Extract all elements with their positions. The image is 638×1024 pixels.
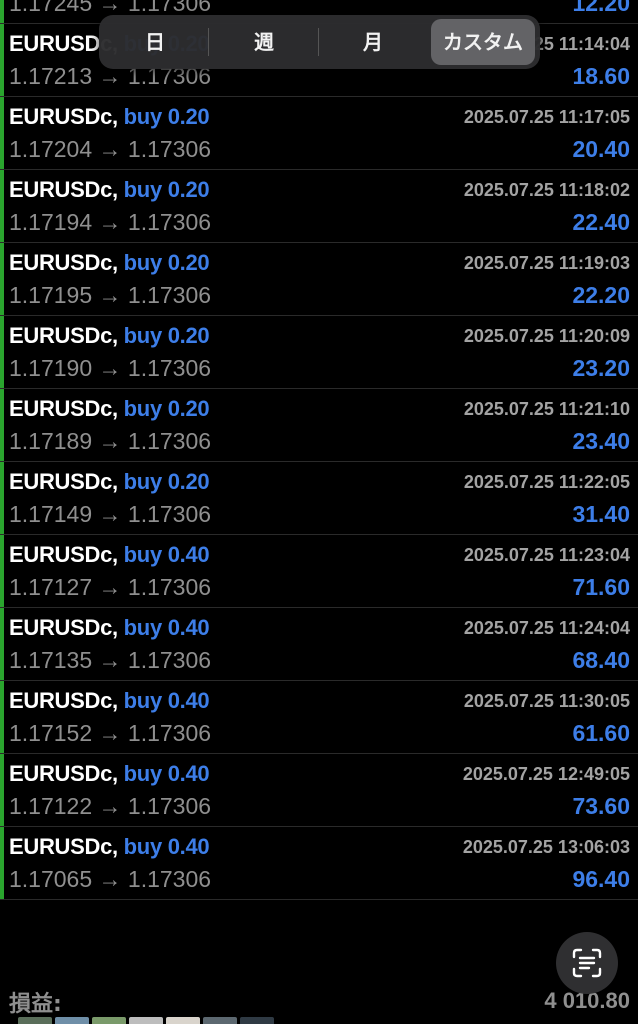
deal-profit: 23.20 <box>572 355 630 381</box>
deal-profit: 23.40 <box>572 428 630 454</box>
deal-type-volume: buy 0.20 <box>123 250 210 275</box>
deal-prices: 1.17152 → 1.17306 <box>9 720 212 746</box>
deal-symbol: EURUSDc, <box>9 542 118 567</box>
deal-symbol: EURUSDc, <box>9 761 118 786</box>
deal-type-volume: buy 0.20 <box>123 469 210 494</box>
deal-profit: 68.40 <box>572 647 630 673</box>
deal-symbol-line: EURUSDc, buy 0.20 <box>9 250 210 276</box>
deal-time: 2025.07.25 11:24:04 <box>463 618 630 638</box>
profit-label: 損益: <box>9 992 62 1017</box>
deal-profit: 73.60 <box>572 793 630 819</box>
deal-row[interactable]: EURUSDc, buy 0.20 1.17204 → 1.17306 2025.0… <box>0 97 638 170</box>
deal-type-volume: buy 0.40 <box>123 834 210 859</box>
deal-symbol-line: EURUSDc, buy 0.40 <box>9 688 210 714</box>
deal-row[interactable]: EURUSDc, buy 0.20 1.17189 → 1.17306 2025.0… <box>0 389 638 462</box>
thumbnail <box>166 1017 200 1024</box>
deal-time: 2025.07.25 12:49:05 <box>462 764 630 784</box>
thumbnail <box>18 1017 52 1024</box>
deal-symbol: EURUSDc, <box>9 323 118 348</box>
period-segmented-control: 日 週 月 カスタム <box>99 15 540 69</box>
deal-symbol-line: EURUSDc, buy 0.40 <box>9 542 210 568</box>
deal-type-volume: buy 0.40 <box>123 542 210 567</box>
text-scan-button[interactable] <box>556 932 618 994</box>
thumbnail <box>240 1017 274 1024</box>
deal-time: 2025.07.25 11:21:10 <box>463 399 630 419</box>
deal-prices: 1.17135 → 1.17306 <box>9 647 212 673</box>
deal-prices: 1.17194 → 1.17306 <box>9 209 212 235</box>
deal-symbol: EURUSDc, <box>9 396 118 421</box>
deal-time: 2025.07.25 11:18:02 <box>463 180 630 200</box>
deal-symbol: EURUSDc, <box>9 250 118 275</box>
deal-row[interactable]: EURUSDc, buy 0.40 1.17152 → 1.17306 2025.0… <box>0 681 638 754</box>
thumbnail <box>55 1017 89 1024</box>
deal-time: 2025.07.25 11:19:03 <box>463 253 630 273</box>
thumbnail <box>129 1017 163 1024</box>
deal-prices: 1.17065 → 1.17306 <box>9 866 212 892</box>
deal-symbol-line: EURUSDc, buy 0.20 <box>9 396 210 422</box>
deal-prices: 1.17190 → 1.17306 <box>9 355 212 381</box>
segment-divider <box>318 28 319 56</box>
deal-row[interactable]: EURUSDc, buy 0.20 1.17195 → 1.17306 2025.0… <box>0 243 638 316</box>
deal-symbol-line: EURUSDc, buy 0.20 <box>9 177 210 203</box>
deal-time: 2025.07.25 11:30:05 <box>463 691 630 711</box>
deal-row[interactable]: EURUSDc, buy 0.40 1.17122 → 1.17306 2025.0… <box>0 754 638 827</box>
deal-row[interactable]: EURUSDc, buy 0.40 1.17065 → 1.17306 2025.0… <box>0 827 638 900</box>
segment-custom[interactable]: カスタム <box>431 19 535 65</box>
deal-time: 2025.07.25 11:22:05 <box>463 472 630 492</box>
deal-time: 2025.07.25 11:23:04 <box>463 545 630 565</box>
deal-prices: 1.17149 → 1.17306 <box>9 501 212 527</box>
deal-type-volume: buy 0.20 <box>123 104 210 129</box>
segment-day[interactable]: 日 <box>103 19 207 65</box>
deal-symbol: EURUSDc, <box>9 688 118 713</box>
deal-row[interactable]: EURUSDc, buy 0.20 1.17190 → 1.17306 2025.0… <box>0 316 638 389</box>
deal-type-volume: buy 0.40 <box>123 688 210 713</box>
deal-profit: 71.60 <box>572 574 630 600</box>
thumbnail <box>92 1017 126 1024</box>
deal-profit: 96.40 <box>572 866 630 892</box>
deal-profit: 61.60 <box>572 720 630 746</box>
deal-time: 2025.07.25 13:06:03 <box>462 837 630 857</box>
deal-prices: 1.17195 → 1.17306 <box>9 282 212 308</box>
deal-symbol: EURUSDc, <box>9 104 118 129</box>
deal-type-volume: buy 0.40 <box>123 615 210 640</box>
deal-prices: 1.17204 → 1.17306 <box>9 136 212 162</box>
deal-symbol: EURUSDc, <box>9 834 118 859</box>
deal-time: 2025.07.25 11:20:09 <box>463 326 630 346</box>
deal-profit: 31.40 <box>572 501 630 527</box>
deal-row[interactable]: EURUSDc, buy 0.20 1.17149 → 1.17306 2025.0… <box>0 462 638 535</box>
deal-time: 2025.07.25 11:17:05 <box>463 107 630 127</box>
deal-symbol-line: EURUSDc, buy 0.20 <box>9 104 210 130</box>
deal-type-volume: buy 0.20 <box>123 396 210 421</box>
deal-symbol-line: EURUSDc, buy 0.20 <box>9 469 210 495</box>
deal-symbol-line: EURUSDc, buy 0.20 <box>9 323 210 349</box>
deal-symbol: EURUSDc, <box>9 615 118 640</box>
deal-symbol-line: EURUSDc, buy 0.40 <box>9 615 210 641</box>
segment-month[interactable]: 月 <box>321 19 425 65</box>
thumbnail-strip <box>18 1017 278 1024</box>
deal-row[interactable]: EURUSDc, buy 0.40 1.17135 → 1.17306 2025.0… <box>0 608 638 681</box>
deal-row[interactable]: EURUSDc, buy 0.40 1.17127 → 1.17306 2025.0… <box>0 535 638 608</box>
deal-prices: 1.17127 → 1.17306 <box>9 574 212 600</box>
deal-profit: 22.40 <box>572 209 630 235</box>
deal-symbol: EURUSDc, <box>9 177 118 202</box>
deal-prices: 1.17189 → 1.17306 <box>9 428 212 454</box>
deal-type-volume: buy 0.40 <box>123 761 210 786</box>
deal-type-volume: buy 0.20 <box>123 177 210 202</box>
text-scan-icon <box>572 948 602 978</box>
segment-divider <box>208 28 209 56</box>
deal-prices: 1.17122 → 1.17306 <box>9 793 212 819</box>
thumbnail <box>203 1017 237 1024</box>
deal-symbol-line: EURUSDc, buy 0.40 <box>9 834 210 860</box>
deal-type-volume: buy 0.20 <box>123 323 210 348</box>
deal-profit: 18.60 <box>572 63 630 89</box>
segment-week[interactable]: 週 <box>212 19 316 65</box>
deal-profit: 22.20 <box>572 282 630 308</box>
deal-list: EURUSDc, buy 0.201.17245 → 1.1730612.20E… <box>0 0 638 978</box>
deal-row[interactable]: EURUSDc, buy 0.20 1.17194 → 1.17306 2025.0… <box>0 170 638 243</box>
deal-profit: 12.20 <box>572 0 630 16</box>
deal-symbol-line: EURUSDc, buy 0.40 <box>9 761 210 787</box>
deal-profit: 20.40 <box>572 136 630 162</box>
deal-symbol: EURUSDc, <box>9 469 118 494</box>
